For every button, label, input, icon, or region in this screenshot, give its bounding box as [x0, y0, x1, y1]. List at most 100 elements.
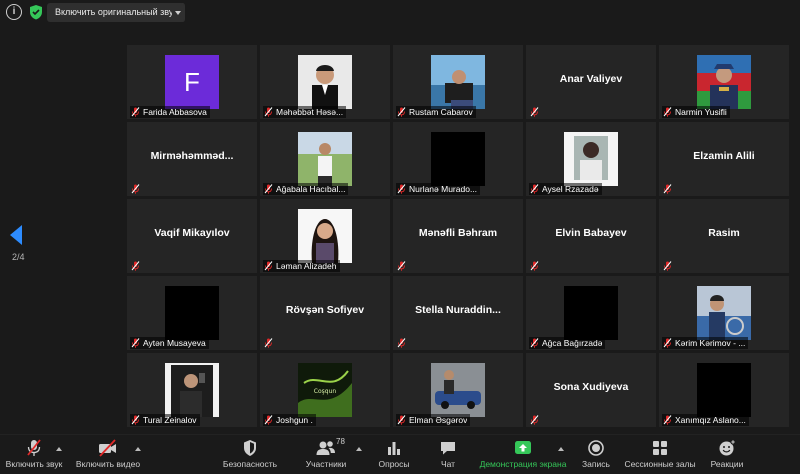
- breakout-rooms-label: Сессионные залы: [624, 459, 696, 469]
- participant-tile[interactable]: Anar Valiyev: [526, 45, 656, 119]
- participant-name-tag: Məhəbbət Həsə...: [263, 106, 347, 118]
- participant-name-tag: Ağca Bağırzadə: [529, 337, 606, 349]
- share-screen-button[interactable]: Демонстрация экрана: [478, 439, 568, 469]
- encryption-shield-icon[interactable]: [28, 4, 44, 20]
- share-screen-label: Демонстрация экрана: [479, 459, 567, 469]
- enable-original-sound-button[interactable]: Включить оригинальный звук: [47, 3, 187, 22]
- muted-microphone-icon: [397, 415, 406, 425]
- participant-photo: [165, 363, 219, 417]
- participant-mute-indicator: [662, 183, 675, 195]
- participant-tile[interactable]: Kərim Kərimov - ...: [659, 276, 789, 350]
- participant-mute-indicator: [396, 260, 409, 272]
- participant-tile[interactable]: Ləman Alizadeh: [260, 199, 390, 273]
- meeting-toolbar: Включить звук Включить видео Безопасност…: [0, 434, 800, 474]
- unmute-button[interactable]: Включить звук: [4, 439, 64, 469]
- share-options-caret-icon[interactable]: [557, 446, 565, 452]
- muted-microphone-icon: [264, 338, 273, 348]
- start-video-button[interactable]: Включить видео: [72, 439, 144, 469]
- participant-tile[interactable]: Rövşən Sofiyev: [260, 276, 390, 350]
- muted-microphone-icon: [663, 338, 672, 348]
- participant-tile[interactable]: Stella Nuraddin...: [393, 276, 523, 350]
- muted-microphone-icon: [663, 261, 672, 271]
- record-icon: [588, 440, 604, 456]
- participant-tile[interactable]: Nurlanə Murado...: [393, 122, 523, 196]
- participant-tile[interactable]: Sona Xudiyeva: [526, 353, 656, 427]
- participant-avatar: F: [165, 55, 219, 109]
- original-sound-dropdown-icon[interactable]: [172, 3, 184, 22]
- participant-tile[interactable]: Coşqun Joshgun .: [260, 353, 390, 427]
- meeting-info-icon[interactable]: i: [6, 4, 22, 20]
- participant-name-tag: Ağabala Hacıbal...: [263, 183, 349, 195]
- security-shield-icon: [244, 440, 256, 456]
- participants-icon: [316, 441, 335, 455]
- participant-tile[interactable]: Elvin Babayev: [526, 199, 656, 273]
- participants-options-caret-icon[interactable]: [355, 446, 363, 452]
- participant-tile[interactable]: Tural Zeinalov: [127, 353, 257, 427]
- participant-tile[interactable]: Məhəbbət Həsə...: [260, 45, 390, 119]
- participant-tile[interactable]: Aysel Rzazadə: [526, 122, 656, 196]
- participant-tile[interactable]: Ağca Bağırzadə: [526, 276, 656, 350]
- muted-microphone-icon: [663, 184, 672, 194]
- participant-photo: [431, 55, 485, 109]
- participant-tile[interactable]: Aytən Musayeva: [127, 276, 257, 350]
- record-label: Запись: [582, 459, 610, 469]
- participant-photo: [298, 132, 352, 186]
- polls-chart-icon: [388, 442, 400, 455]
- unmute-label: Включить звук: [5, 459, 63, 469]
- participant-display-name: Elzamin Alili: [693, 150, 755, 162]
- participant-display-name: Mirməhəmməd...: [150, 150, 234, 162]
- polls-label: Опросы: [378, 459, 410, 469]
- participant-tile[interactable]: Elzamin Alili: [659, 122, 789, 196]
- participant-tile[interactable]: Rasim: [659, 199, 789, 273]
- participant-photo: [564, 286, 618, 340]
- audio-options-caret-icon[interactable]: [55, 446, 63, 452]
- muted-microphone-icon: [131, 184, 140, 194]
- participant-tile[interactable]: Narmin Yusifli: [659, 45, 789, 119]
- participant-mute-indicator: [529, 106, 542, 118]
- participant-tile[interactable]: Mirməhəmməd...: [127, 122, 257, 196]
- participant-name: Elman Əsgərov: [409, 415, 468, 425]
- participants-count: 78: [336, 437, 345, 446]
- chat-bubble-icon: [441, 442, 455, 455]
- participant-mute-indicator: [130, 260, 143, 272]
- muted-microphone-icon: [530, 261, 539, 271]
- previous-page-arrow-icon[interactable]: [10, 225, 22, 245]
- participant-tile[interactable]: F Farida Abbasova: [127, 45, 257, 119]
- participant-tile[interactable]: Vaqif Mikayılov: [127, 199, 257, 273]
- breakout-rooms-button[interactable]: Сессионные залы: [624, 439, 696, 469]
- participant-tile[interactable]: Mənəfli Bəhram: [393, 199, 523, 273]
- participant-name: Rustam Cabarov: [409, 107, 473, 117]
- polls-button[interactable]: Опросы: [372, 439, 416, 469]
- security-label: Безопасность: [222, 459, 278, 469]
- reactions-button[interactable]: Реакции: [706, 439, 748, 469]
- participant-mute-indicator: [662, 260, 675, 272]
- participant-tile[interactable]: Xanımqız Aslano...: [659, 353, 789, 427]
- muted-microphone-icon: [131, 261, 140, 271]
- svg-text:Coşqun: Coşqun: [314, 388, 337, 395]
- participant-tile[interactable]: Rustam Cabarov: [393, 45, 523, 119]
- chat-button[interactable]: Чат: [430, 439, 466, 469]
- participant-photo: [165, 286, 219, 340]
- reactions-emoji-icon: [719, 439, 736, 456]
- participant-display-name: Mənəfli Bəhram: [418, 227, 498, 239]
- participant-tile[interactable]: Elman Əsgərov: [393, 353, 523, 427]
- muted-microphone-icon: [264, 184, 273, 194]
- participant-name: Aytən Musayeva: [143, 338, 206, 348]
- gallery-grid: F Farida Abbasova Məhəbbət Həsə... Rustam C…: [127, 45, 789, 427]
- muted-microphone-icon: [530, 184, 539, 194]
- participant-name: Ağabala Hacıbal...: [276, 184, 346, 194]
- participant-mute-indicator: [263, 337, 276, 349]
- participant-name-tag: Ləman Alizadeh: [263, 260, 340, 272]
- start-video-label: Включить видео: [75, 459, 141, 469]
- share-screen-icon: [515, 441, 531, 454]
- record-button[interactable]: Запись: [576, 439, 616, 469]
- participant-name: Kərim Kərimov - ...: [675, 338, 746, 348]
- participants-label: Участники: [305, 459, 347, 469]
- video-options-caret-icon[interactable]: [134, 446, 142, 452]
- participant-tile[interactable]: Ağabala Hacıbal...: [260, 122, 390, 196]
- participant-name: Xanımqız Aslano...: [675, 415, 746, 425]
- participant-photo: [697, 55, 751, 109]
- participant-display-name: Elvin Babayev: [555, 227, 627, 239]
- participant-photo: [298, 209, 352, 263]
- security-button[interactable]: Безопасность: [220, 439, 280, 469]
